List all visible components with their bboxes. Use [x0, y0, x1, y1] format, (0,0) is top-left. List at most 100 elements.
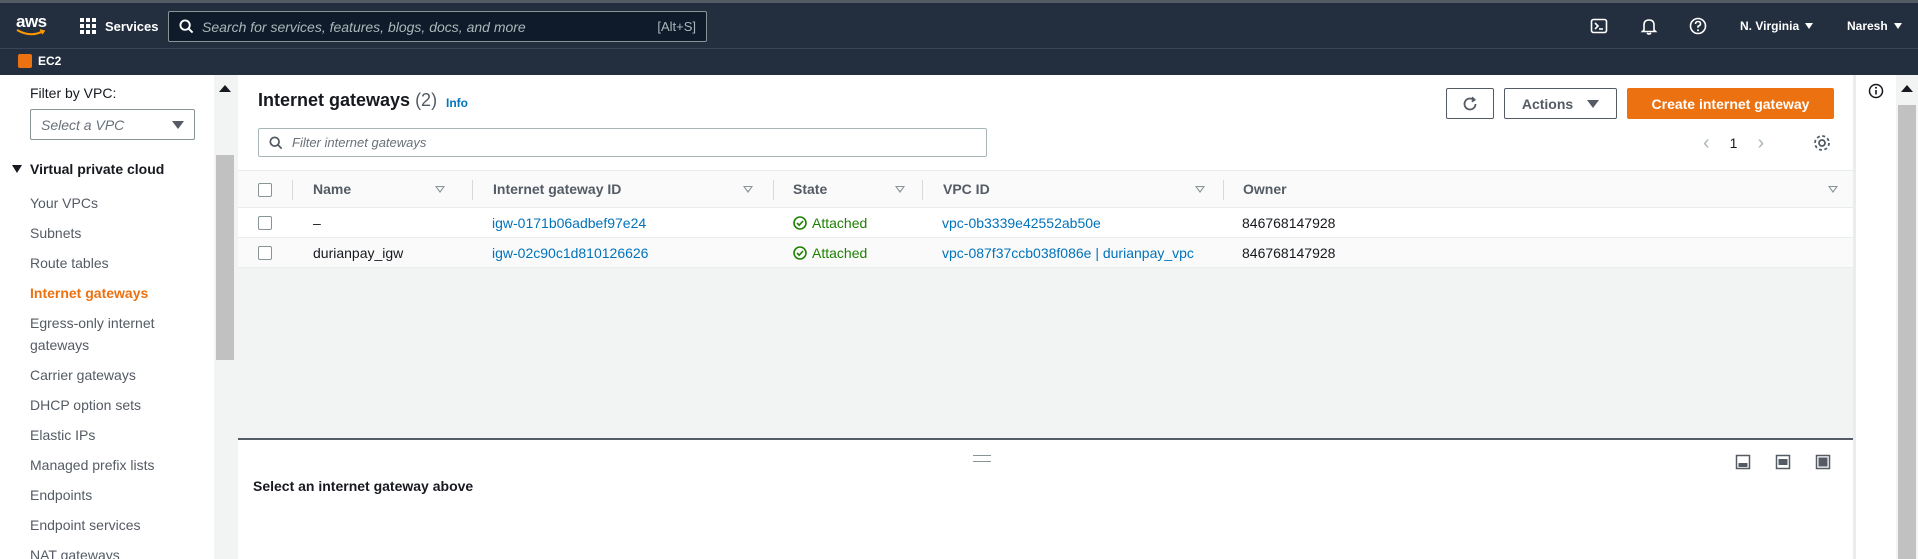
item-count: (2) — [415, 90, 438, 110]
info-link[interactable]: Info — [446, 96, 468, 110]
table-header: Name Internet gateway ID State VPC ID Ow… — [238, 170, 1853, 208]
service-bar: EC2 — [0, 48, 1918, 75]
cell-state: Attached — [793, 208, 867, 237]
chevron-down-icon — [1587, 99, 1600, 108]
caret-down-icon — [12, 165, 22, 173]
column-header-state[interactable]: State — [793, 171, 928, 207]
caret-down-icon — [1893, 23, 1902, 29]
split-panel-side-icon[interactable] — [1775, 454, 1791, 470]
sidebar-item-managed-prefix-lists[interactable]: Managed prefix lists — [30, 454, 190, 476]
create-internet-gateway-button[interactable]: Create internet gateway — [1627, 88, 1834, 119]
details-split-panel: Select an internet gateway above — [238, 438, 1853, 559]
column-header-igw-id[interactable]: Internet gateway ID — [493, 171, 773, 207]
user-name: Naresh — [1847, 19, 1888, 33]
search-placeholder: Search for services, features, blogs, do… — [202, 18, 526, 35]
sort-icon — [1828, 186, 1838, 193]
sidebar-item-carrier-gateways[interactable]: Carrier gateways — [30, 364, 190, 386]
sidebar-item-endpoints[interactable]: Endpoints — [30, 484, 190, 506]
vpc-id-link[interactable]: vpc-087f37ccb038f086e | durianpay_vpc — [942, 238, 1194, 267]
page-scrollbar[interactable] — [1896, 75, 1918, 559]
sort-icon — [895, 186, 905, 193]
filter-by-vpc-label: Filter by VPC: — [30, 85, 117, 101]
cell-name: durianpay_igw — [313, 244, 404, 261]
global-search-input[interactable]: Search for services, features, blogs, do… — [168, 11, 707, 42]
region-label: N. Virginia — [1740, 19, 1800, 33]
sidebar-item-subnets[interactable]: Subnets — [30, 222, 190, 244]
region-selector[interactable]: N. Virginia — [1740, 19, 1814, 33]
filter-internet-gateways-input[interactable]: Filter internet gateways — [258, 128, 987, 157]
sidebar-scroll-thumb[interactable] — [216, 155, 234, 360]
column-header-label: VPC ID — [943, 181, 990, 197]
page-title: Internet gateways (2) — [258, 90, 437, 111]
column-divider — [472, 180, 473, 200]
select-all-checkbox[interactable] — [258, 183, 272, 197]
sort-icon — [743, 186, 753, 193]
services-grid-icon — [80, 18, 96, 34]
bell-icon[interactable] — [1640, 17, 1658, 35]
sidebar-item-nat-gateways[interactable]: NAT gateways — [30, 544, 190, 559]
sidebar-item-route-tables[interactable]: Route tables — [30, 252, 190, 274]
cloudshell-icon[interactable] — [1590, 17, 1608, 35]
column-header-vpc-id[interactable]: VPC ID — [943, 171, 1205, 207]
column-header-name[interactable]: Name — [313, 171, 448, 207]
column-divider — [1223, 180, 1224, 200]
search-icon — [179, 19, 194, 34]
gear-icon[interactable] — [1812, 133, 1832, 153]
vpc-filter-select[interactable]: Select a VPC — [30, 109, 195, 140]
search-shortcut: [Alt+S] — [657, 19, 696, 34]
sidebar-item-egress-only-internet-gateways[interactable]: Egress-only internet gateways — [30, 312, 190, 356]
vpc-id-link[interactable]: vpc-0b3339e42552ab50e — [942, 208, 1101, 237]
refresh-button[interactable] — [1446, 88, 1494, 119]
sidebar-item-internet-gateways[interactable]: Internet gateways — [30, 282, 190, 304]
ec2-service-link[interactable]: EC2 — [38, 54, 61, 68]
split-panel-message: Select an internet gateway above — [253, 478, 474, 494]
actions-button[interactable]: Actions — [1504, 88, 1617, 119]
resize-handle-icon[interactable] — [973, 455, 991, 462]
top-navigation: aws Services Search for services, featur… — [0, 0, 1918, 48]
pagination: ‹ 1 › — [1703, 133, 1764, 153]
section-toggle-virtual-private-cloud[interactable]: Virtual private cloud — [12, 161, 164, 177]
info-icon[interactable] — [1868, 83, 1884, 99]
table-row[interactable]: durianpay_igw igw-02c90c1d810126626 Atta… — [238, 238, 1853, 268]
vpc-filter-placeholder: Select a VPC — [41, 116, 125, 133]
split-panel-bottom-icon[interactable] — [1735, 454, 1751, 470]
column-header-label: State — [793, 181, 828, 197]
row-checkbox[interactable] — [258, 216, 272, 230]
section-title-label: Virtual private cloud — [30, 161, 165, 177]
current-page-number[interactable]: 1 — [1730, 135, 1738, 151]
previous-page-icon[interactable]: ‹ — [1703, 133, 1710, 153]
sidebar-item-elastic-ips[interactable]: Elastic IPs — [30, 424, 190, 446]
scroll-up-arrow-icon[interactable] — [219, 85, 231, 92]
search-icon — [269, 135, 283, 149]
row-checkbox[interactable] — [258, 246, 272, 260]
aws-logo-text: aws — [16, 12, 47, 31]
aws-logo[interactable]: aws — [16, 13, 48, 39]
state-label: Attached — [812, 214, 868, 231]
sidebar-item-your-vpcs[interactable]: Your VPCs — [30, 192, 190, 214]
refresh-icon — [1463, 96, 1477, 110]
scroll-up-arrow-icon[interactable] — [1901, 85, 1913, 92]
igw-id-link[interactable]: igw-0171b06adbef97e24 — [492, 208, 646, 237]
account-menu[interactable]: Naresh — [1847, 19, 1902, 33]
split-panel-full-icon[interactable] — [1815, 454, 1831, 470]
services-button[interactable]: Services — [80, 16, 159, 36]
chevron-down-icon — [172, 120, 184, 129]
sidebar-item-dhcp-option-sets[interactable]: DHCP option sets — [30, 394, 190, 416]
table-row[interactable]: – igw-0171b06adbef97e24 Attached vpc-0b3… — [238, 208, 1853, 238]
caret-down-icon — [1805, 23, 1814, 29]
page-title-text: Internet gateways — [258, 90, 411, 110]
state-label: Attached — [812, 244, 868, 261]
status-success-icon — [793, 245, 807, 260]
filter-placeholder: Filter internet gateways — [292, 135, 427, 150]
next-page-icon[interactable]: › — [1757, 133, 1764, 153]
igw-id-link[interactable]: igw-02c90c1d810126626 — [492, 238, 648, 267]
column-header-owner[interactable]: Owner — [1243, 171, 1843, 207]
sidebar-item-endpoint-services[interactable]: Endpoint services — [30, 514, 190, 536]
page-scroll-thumb[interactable] — [1898, 105, 1916, 559]
sidebar-scrollbar[interactable] — [214, 75, 236, 559]
column-divider — [922, 180, 923, 200]
cell-owner: 846768147928 — [1242, 244, 1336, 261]
services-label: Services — [105, 18, 159, 34]
help-icon[interactable] — [1689, 17, 1707, 35]
side-navigation: Filter by VPC: Select a VPC Virtual priv… — [0, 75, 214, 559]
